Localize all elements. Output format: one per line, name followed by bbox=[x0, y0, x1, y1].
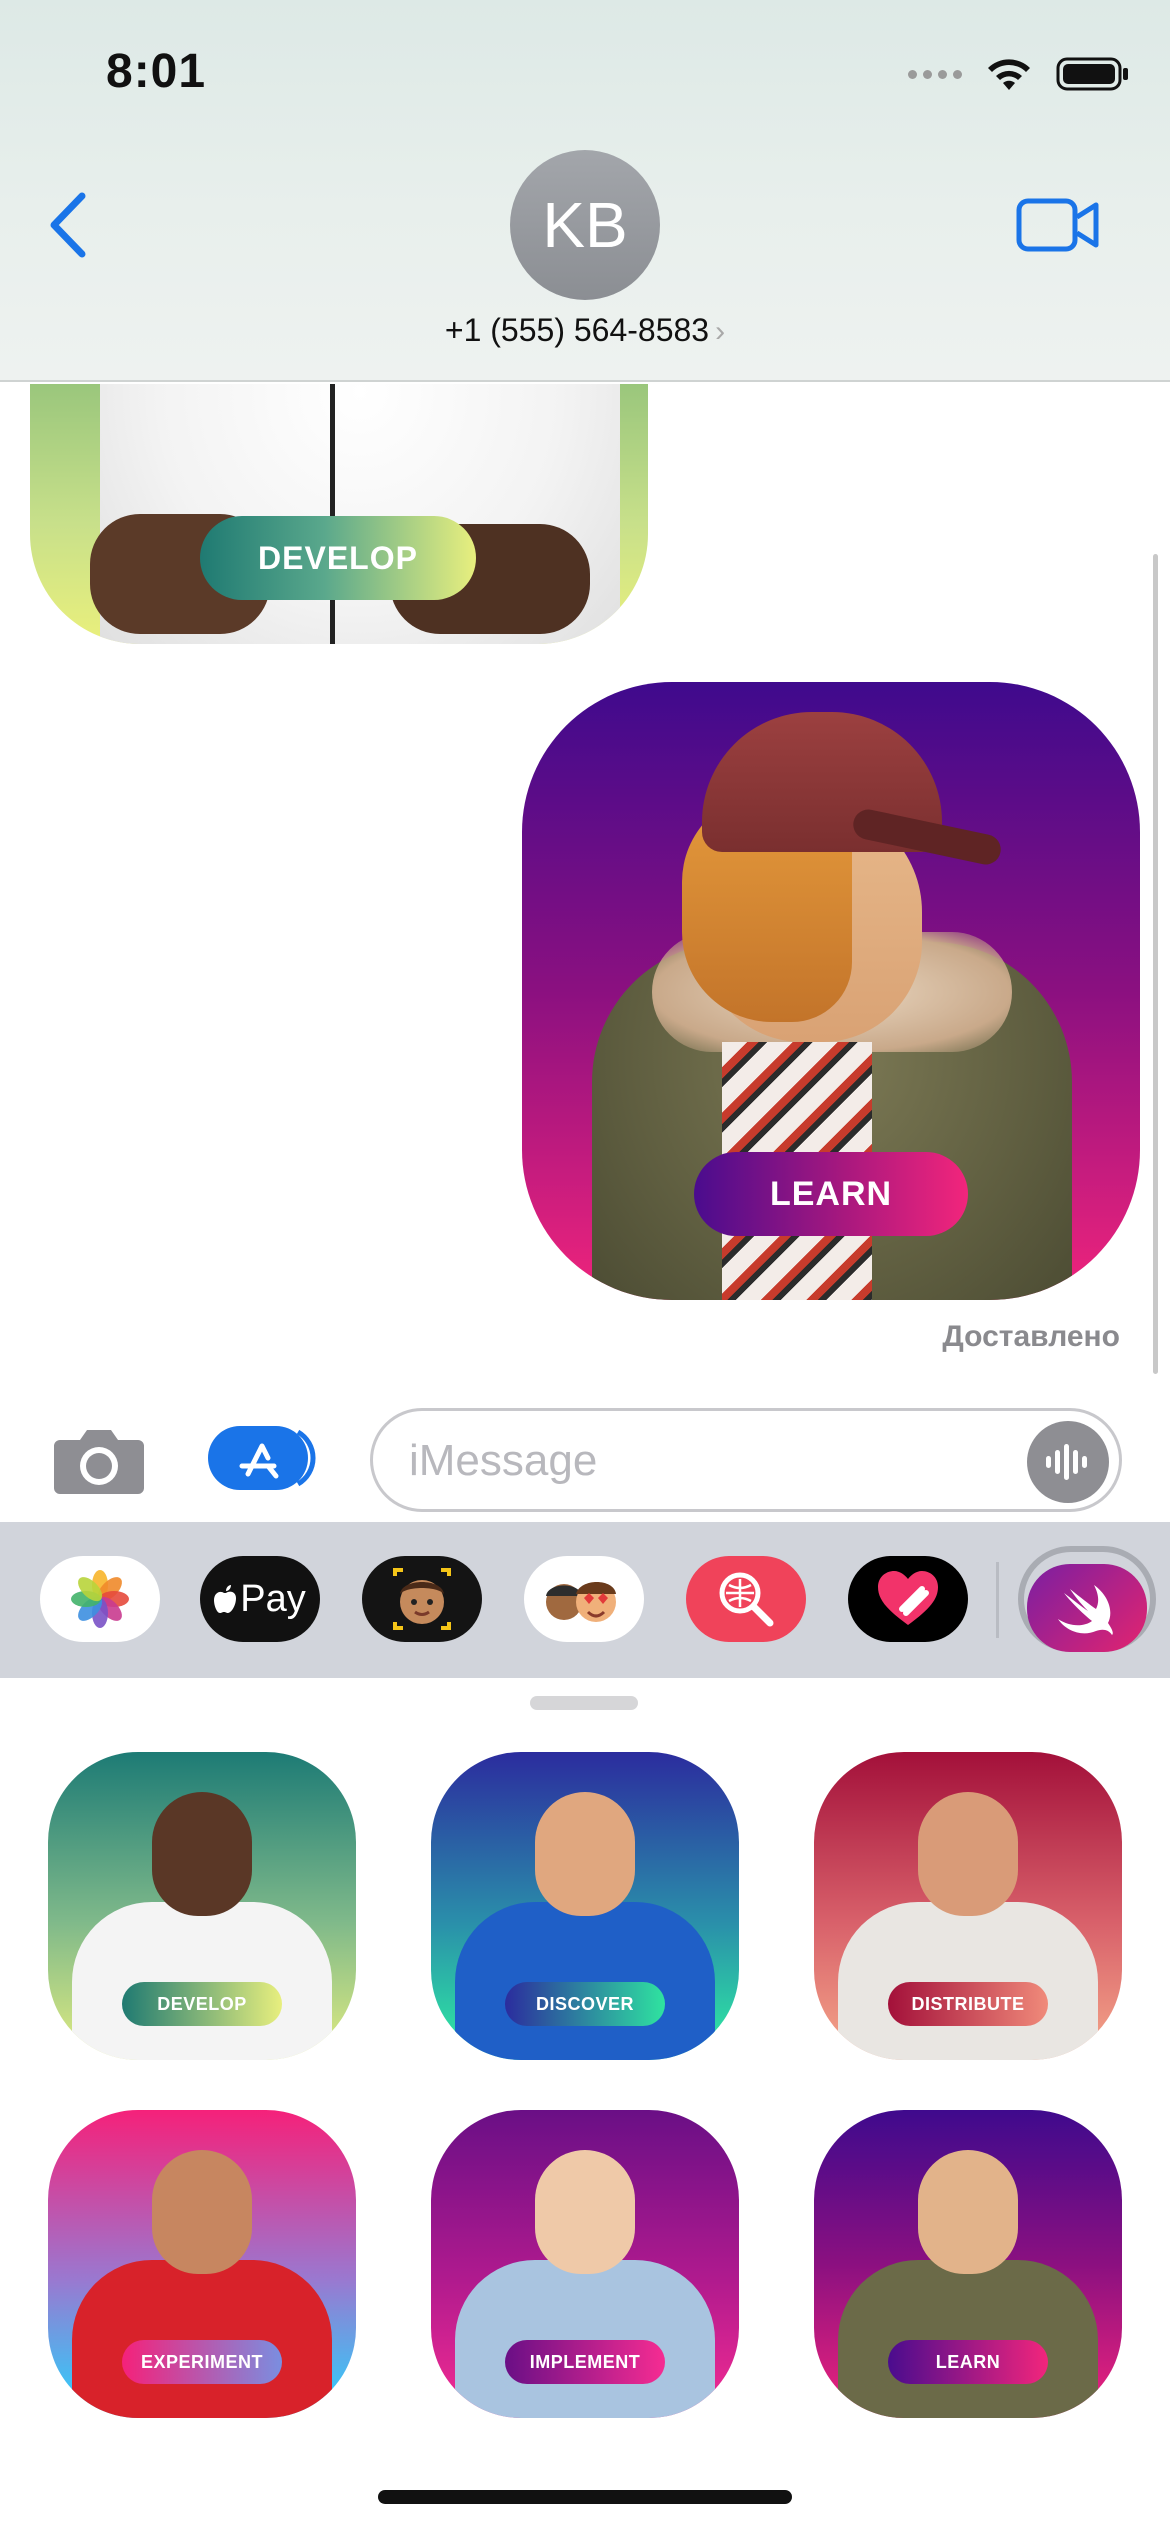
sticker-develop[interactable]: DEVELOP bbox=[48, 1752, 356, 2060]
digital-touch-app-icon[interactable] bbox=[848, 1556, 968, 1642]
chevron-right-icon: › bbox=[715, 315, 726, 348]
memoji-stickers-app-icon[interactable] bbox=[524, 1556, 644, 1642]
wifi-icon bbox=[984, 56, 1034, 92]
swift-bird-icon bbox=[1058, 1585, 1113, 1635]
camera-icon[interactable] bbox=[52, 1424, 146, 1496]
imessage-app-drawer: Pay bbox=[0, 1522, 1170, 1678]
message-list[interactable]: DEVELOP LEARN Доставлено bbox=[0, 384, 1170, 1384]
contact-number: +1 (555) 564-8583 bbox=[444, 312, 710, 348]
sticker-label: IMPLEMENT bbox=[505, 2340, 665, 2384]
drawer-handle[interactable] bbox=[530, 1696, 638, 1710]
sticker-message-develop[interactable]: DEVELOP bbox=[30, 384, 648, 644]
memoji-app-icon[interactable] bbox=[362, 1556, 482, 1642]
swift-stickers-app-icon[interactable] bbox=[1027, 1564, 1147, 1652]
sticker-discover[interactable]: DISCOVER bbox=[431, 1752, 739, 2060]
sticker-label: DISTRIBUTE bbox=[888, 1982, 1048, 2026]
scroll-indicator bbox=[1153, 554, 1158, 1374]
delivery-status: Доставлено bbox=[942, 1320, 1120, 1353]
app-strip-divider bbox=[996, 1562, 999, 1638]
sticker-implement[interactable]: IMPLEMENT bbox=[431, 2110, 739, 2418]
sticker-message-learn[interactable]: LEARN bbox=[522, 682, 1140, 1300]
sticker-distribute[interactable]: DISTRIBUTE bbox=[814, 1752, 1122, 2060]
sticker-learn[interactable]: LEARN bbox=[814, 2110, 1122, 2418]
sticker-label: DEVELOP bbox=[200, 516, 476, 600]
sticker-label: EXPERIMENT bbox=[122, 2340, 282, 2384]
sticker-drawer: DEVELOP DISCOVER DISTRIBUTE EXPERIMENT I… bbox=[0, 1678, 1170, 2532]
photos-app-icon[interactable] bbox=[40, 1556, 160, 1642]
battery-icon bbox=[1056, 57, 1130, 91]
contact-name-button[interactable]: +1 (555) 564-8583 › bbox=[0, 312, 1170, 349]
apple-pay-app-icon[interactable]: Pay bbox=[200, 1556, 320, 1642]
status-indicators bbox=[908, 56, 1130, 92]
contact-avatar[interactable]: KB bbox=[510, 150, 660, 300]
conversation-header: 8:01 KB +1 (555) 564-8583 › bbox=[0, 0, 1170, 382]
sticker-label: DEVELOP bbox=[122, 1982, 282, 2026]
cellular-signal-icon bbox=[908, 69, 962, 79]
apple-pay-label: Pay bbox=[240, 1577, 306, 1620]
app-store-icon[interactable] bbox=[206, 1424, 318, 1492]
image-search-app-icon[interactable] bbox=[686, 1556, 806, 1642]
facetime-video-icon[interactable] bbox=[1016, 196, 1100, 254]
status-time: 8:01 bbox=[106, 45, 207, 98]
sticker-label: LEARN bbox=[888, 2340, 1048, 2384]
compose-bar bbox=[0, 1384, 1170, 1522]
sticker-label: DISCOVER bbox=[505, 1982, 665, 2026]
sticker-experiment[interactable]: EXPERIMENT bbox=[48, 2110, 356, 2418]
audio-message-icon[interactable] bbox=[1027, 1421, 1109, 1503]
home-indicator[interactable] bbox=[378, 2490, 792, 2504]
sticker-label: LEARN bbox=[694, 1152, 968, 1236]
back-chevron-icon[interactable] bbox=[44, 190, 94, 260]
message-input[interactable] bbox=[409, 1433, 1009, 1489]
message-input-field[interactable] bbox=[370, 1408, 1122, 1512]
apple-logo-icon bbox=[214, 1585, 237, 1613]
